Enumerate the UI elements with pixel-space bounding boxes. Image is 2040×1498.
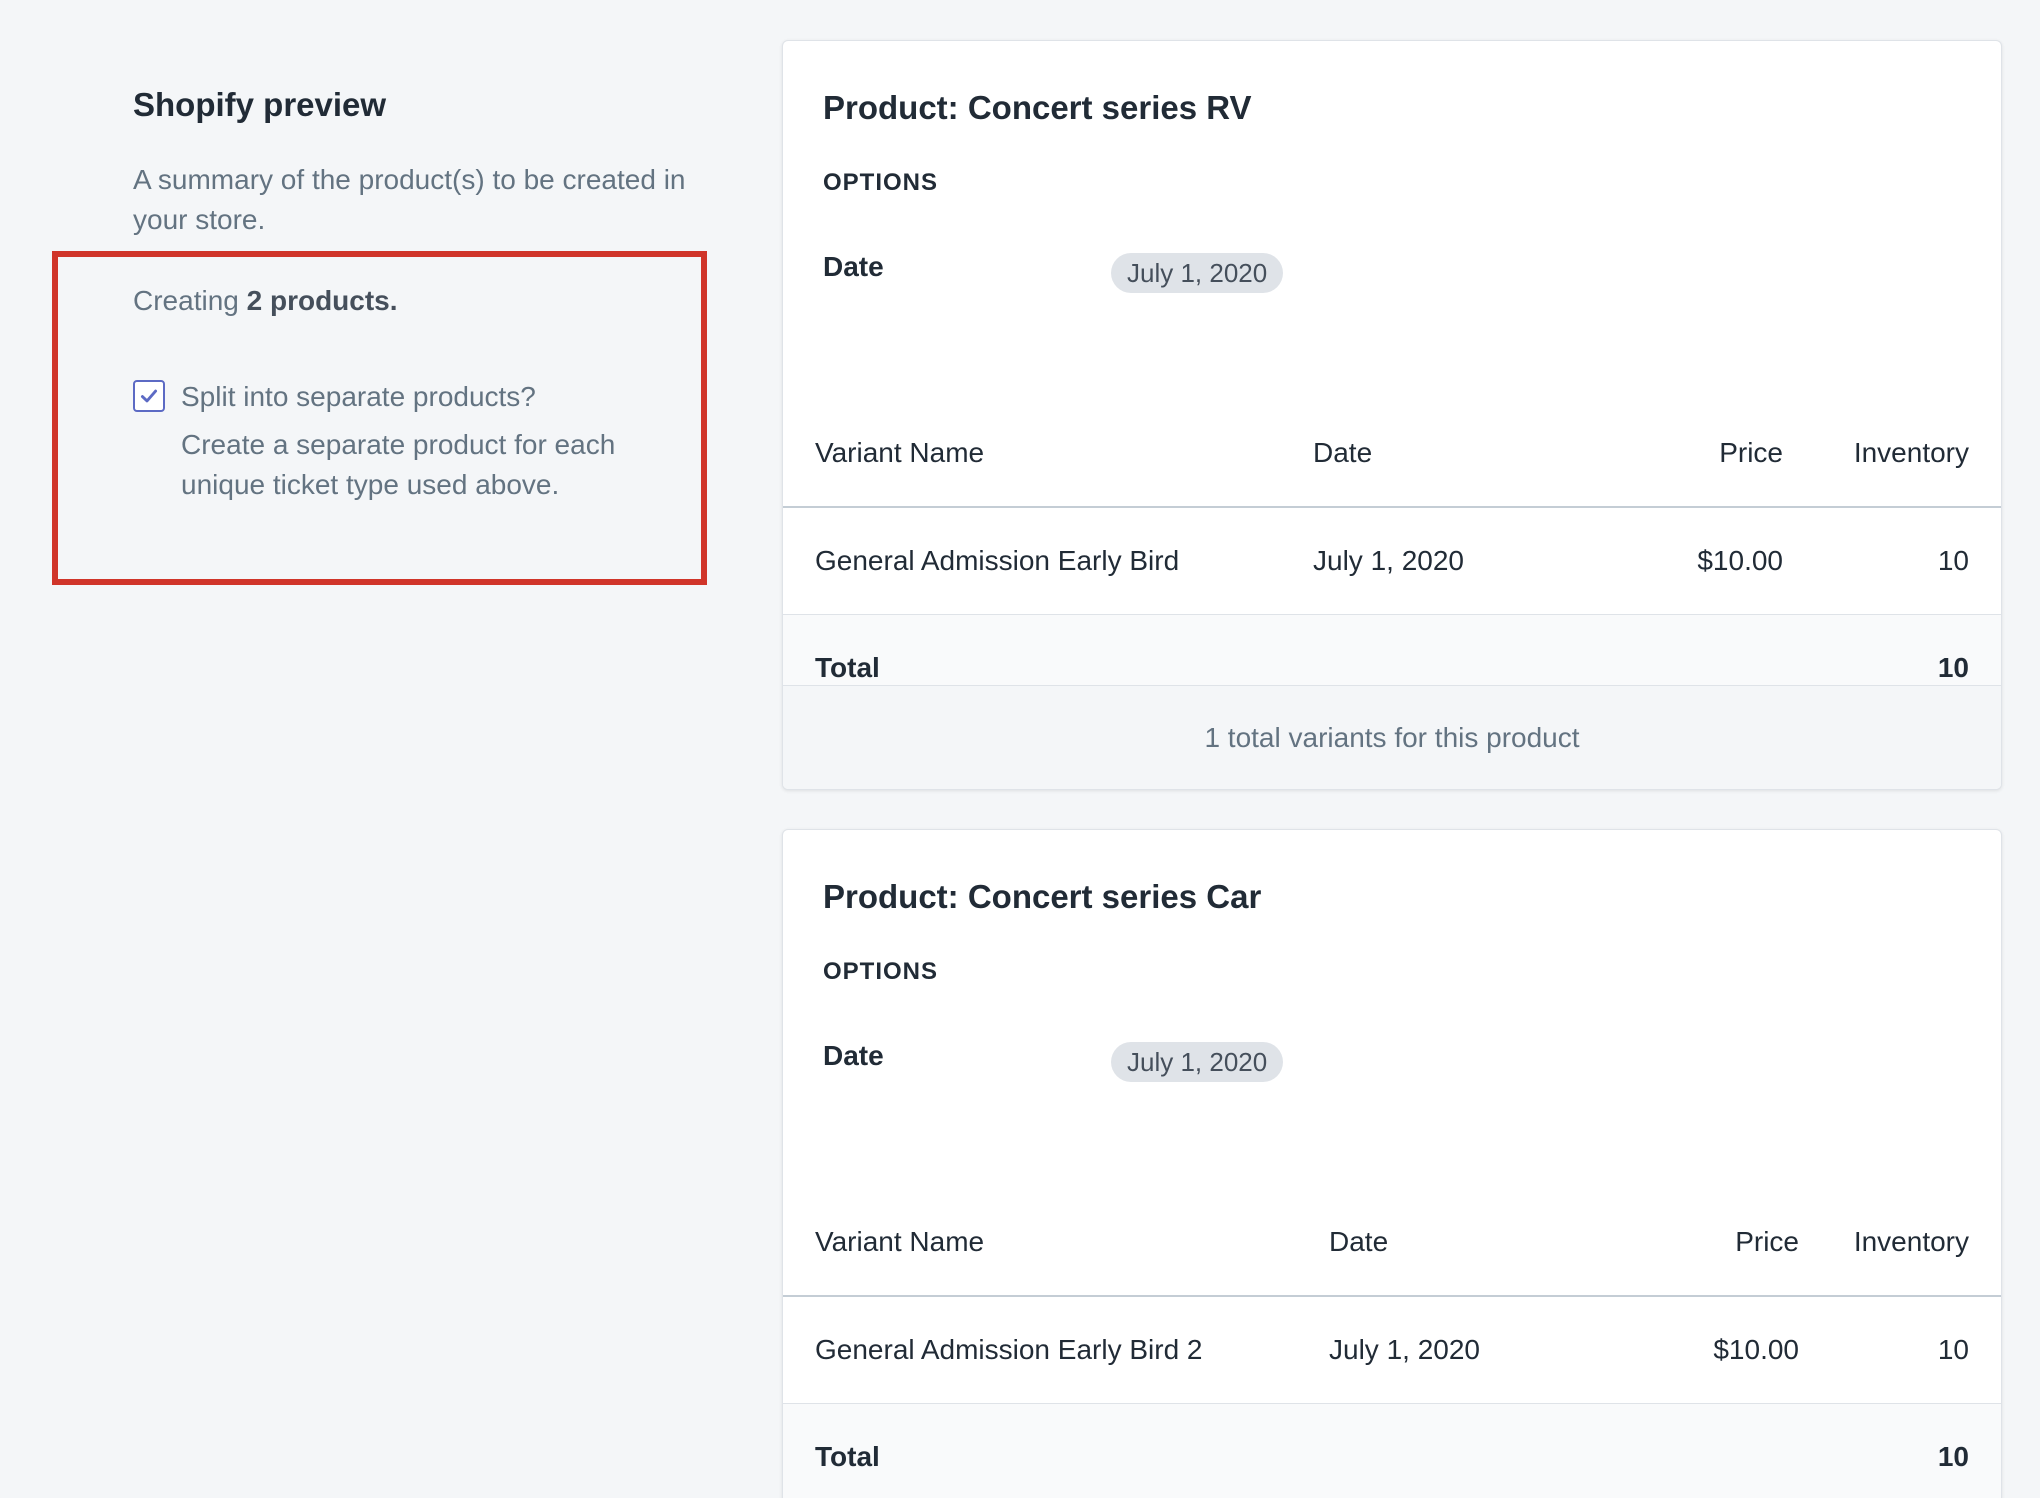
split-products-help: Create a separate product for each uniqu… [181, 429, 616, 500]
preview-description: A summary of the product(s) to be create… [133, 164, 686, 235]
table-row: General Admission Early Bird 2 July 1, 2… [783, 1296, 2001, 1404]
variant-price-cell: $10.00 [1629, 1296, 1799, 1404]
variant-inventory-cell: 10 [1799, 1296, 2001, 1404]
variant-price-cell: $10.00 [1613, 507, 1783, 615]
column-header-price: Price [1629, 1188, 1799, 1297]
column-header-price: Price [1613, 399, 1783, 508]
options-heading: OPTIONS [823, 169, 939, 196]
table-row: General Admission Early Bird July 1, 202… [783, 507, 2001, 615]
variant-name-cell: General Admission Early Bird 2 [783, 1296, 1329, 1404]
option-value-tag: July 1, 2020 [1111, 1042, 1284, 1082]
preview-title: Shopify preview [133, 86, 387, 123]
column-header-inventory: Inventory [1799, 1188, 2001, 1297]
column-header-inventory: Inventory [1783, 399, 2001, 508]
column-header-date: Date [1329, 1188, 1629, 1297]
variants-table: Variant Name Date Price Inventory Genera… [783, 399, 2001, 721]
variants-table: Variant Name Date Price Inventory Genera… [783, 1188, 2001, 1498]
creating-prefix: Creating [133, 285, 239, 316]
variants-count-footer: 1 total variants for this product [783, 685, 2001, 789]
option-name: Date [823, 251, 884, 282]
column-header-variant-name: Variant Name [783, 1188, 1329, 1297]
preview-section: Shopify preview A summary of the product… [133, 84, 713, 240]
checkmark-icon [140, 389, 158, 403]
option-name: Date [823, 1040, 884, 1071]
option-value-tag: July 1, 2020 [1111, 253, 1284, 293]
options-heading: OPTIONS [823, 958, 939, 985]
total-label: Total [783, 1403, 1329, 1498]
variant-inventory-cell: 10 [1783, 507, 2001, 615]
total-spacer [1329, 1403, 1629, 1498]
total-row: Total 10 [783, 1403, 2001, 1498]
total-spacer [1629, 1403, 1799, 1498]
product-card: Product: Concert series Car OPTIONS Date… [782, 829, 2002, 1498]
column-header-date: Date [1313, 399, 1613, 508]
split-products-label[interactable]: Split into separate products? [181, 377, 536, 417]
creating-count-text: Creating 2 products. [133, 281, 398, 321]
page: Shopify preview A summary of the product… [0, 0, 2040, 1498]
table-header-row: Variant Name Date Price Inventory [783, 399, 2001, 508]
split-products-checkbox[interactable] [133, 380, 165, 412]
variant-date-cell: July 1, 2020 [1313, 507, 1613, 615]
table-header-row: Variant Name Date Price Inventory [783, 1188, 2001, 1297]
product-title: Product: Concert series Car [823, 878, 1262, 915]
product-card: Product: Concert series RV OPTIONS Date … [782, 40, 2002, 790]
variant-date-cell: July 1, 2020 [1329, 1296, 1629, 1404]
total-value: 10 [1799, 1403, 2001, 1498]
column-header-variant-name: Variant Name [783, 399, 1313, 508]
product-title: Product: Concert series RV [823, 89, 1252, 126]
variant-name-cell: General Admission Early Bird [783, 507, 1313, 615]
creating-count: 2 products. [246, 285, 398, 316]
